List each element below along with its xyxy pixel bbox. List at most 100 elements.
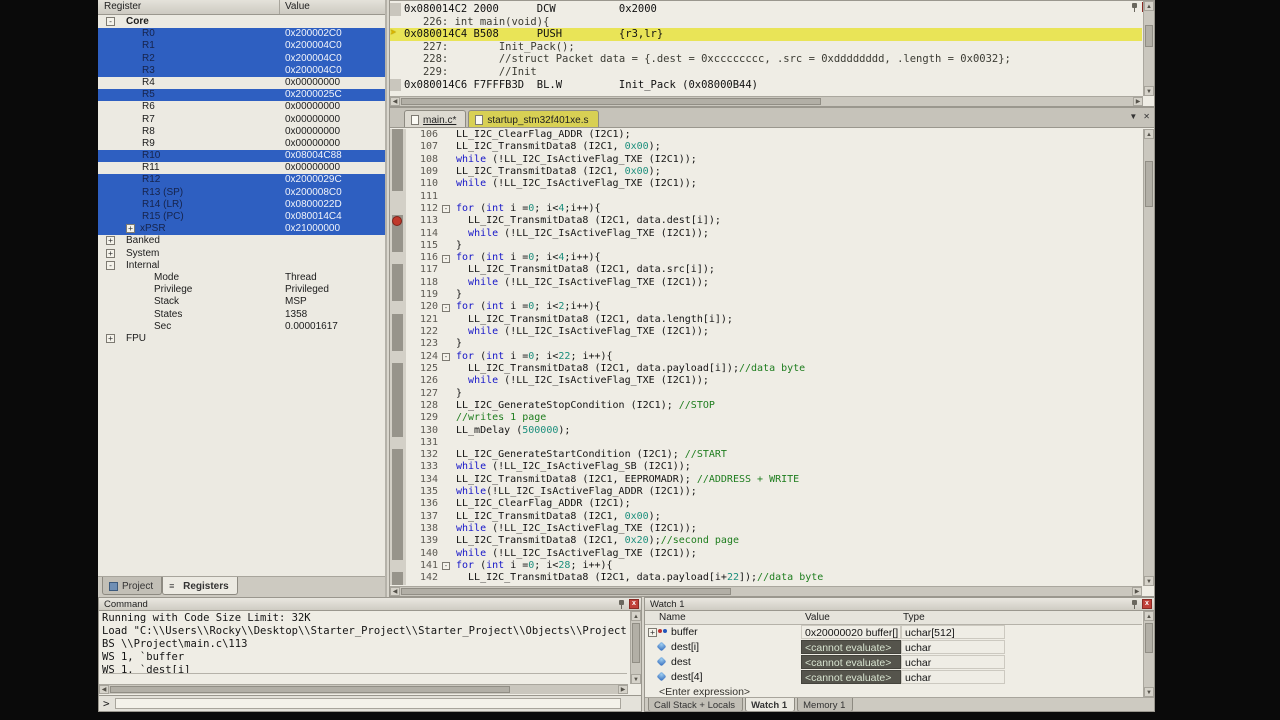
breakpoint-margin[interactable] bbox=[390, 338, 406, 350]
register-row[interactable]: R70x00000000 bbox=[98, 114, 385, 126]
breakpoint-margin[interactable] bbox=[390, 535, 406, 547]
tab-call-stack-locals[interactable]: Call Stack + Locals bbox=[648, 698, 743, 711]
expander-icon[interactable]: - bbox=[106, 261, 115, 270]
watch-value[interactable]: 0x20000020 buffer[] "" bbox=[801, 625, 901, 639]
close-icon[interactable]: x bbox=[629, 599, 639, 609]
breakpoint-margin[interactable] bbox=[390, 178, 406, 190]
register-group-row[interactable]: +System bbox=[98, 248, 385, 260]
breakpoint-margin[interactable] bbox=[390, 548, 406, 560]
breakpoint-margin[interactable] bbox=[390, 240, 406, 252]
expander-icon[interactable]: + bbox=[126, 224, 135, 233]
scroll-down-icon[interactable]: ▼ bbox=[1144, 86, 1154, 96]
code-line[interactable]: 131 bbox=[390, 437, 1142, 449]
breakpoint-margin[interactable] bbox=[390, 388, 406, 400]
register-row[interactable]: R30x200004C0 bbox=[98, 65, 385, 77]
code-line[interactable]: 138while (!LL_I2C_IsActiveFlag_TXE (I2C1… bbox=[390, 523, 1142, 535]
close-icon[interactable]: ✕ bbox=[1143, 112, 1150, 121]
breakpoint-margin[interactable] bbox=[390, 474, 406, 486]
expander-icon[interactable]: - bbox=[106, 17, 115, 26]
breakpoint-margin[interactable] bbox=[390, 400, 406, 412]
expander-icon[interactable]: + bbox=[106, 249, 115, 258]
code-line[interactable]: 132LL_I2C_GenerateStartCondition (I2C1);… bbox=[390, 449, 1142, 461]
scroll-thumb[interactable] bbox=[1145, 25, 1153, 47]
command-input[interactable] bbox=[115, 698, 621, 709]
tab-project[interactable]: Project bbox=[102, 577, 162, 595]
breakpoint-margin[interactable] bbox=[390, 215, 406, 227]
code-line[interactable]: 119} bbox=[390, 289, 1142, 301]
code-line[interactable]: 118 while (!LL_I2C_IsActiveFlag_TXE (I2C… bbox=[390, 277, 1142, 289]
editor-horizontal-scrollbar[interactable]: ◀ ▶ bbox=[390, 586, 1142, 596]
collapse-icon[interactable]: - bbox=[442, 255, 450, 263]
code-line[interactable]: 117 LL_I2C_TransmitData8 (I2C1, data.src… bbox=[390, 264, 1142, 276]
register-row[interactable]: ModeThread bbox=[98, 272, 385, 284]
register-row[interactable]: R60x00000000 bbox=[98, 101, 385, 113]
watch-row[interactable]: dest[4]<cannot evaluate>uchar bbox=[645, 670, 1142, 685]
register-row[interactable]: R90x00000000 bbox=[98, 138, 385, 150]
collapse-icon[interactable]: - bbox=[442, 353, 450, 361]
breakpoint-margin[interactable] bbox=[390, 141, 406, 153]
disassembly-line[interactable]: 0x080014C6 F7FFFB3D BL.W Init_Pack (0x08… bbox=[390, 79, 1142, 92]
scroll-up-icon[interactable]: ▲ bbox=[1144, 129, 1154, 139]
disassembly-line[interactable]: 227: Init_Pack(); bbox=[390, 41, 1142, 54]
breakpoint-margin[interactable] bbox=[390, 523, 406, 535]
disassembly-gutter[interactable] bbox=[390, 41, 401, 54]
scroll-up-icon[interactable]: ▲ bbox=[631, 611, 641, 621]
tab-watch-1[interactable]: Watch 1 bbox=[745, 698, 795, 711]
register-row[interactable]: R15 (PC)0x080014C4 bbox=[98, 211, 385, 223]
code-line[interactable]: 125 LL_I2C_TransmitData8 (I2C1, data.pay… bbox=[390, 363, 1142, 375]
pin-icon[interactable] bbox=[617, 600, 626, 609]
tab-main-c[interactable]: main.c* bbox=[404, 110, 466, 127]
register-row[interactable]: States1358 bbox=[98, 309, 385, 321]
tab-startup-s[interactable]: startup_stm32f401xe.s bbox=[468, 110, 598, 127]
disassembly-vertical-scrollbar[interactable]: ▲ ▼ bbox=[1143, 1, 1154, 96]
code-line[interactable]: 115} bbox=[390, 240, 1142, 252]
breakpoint-margin[interactable] bbox=[390, 486, 406, 498]
breakpoint-margin[interactable] bbox=[390, 461, 406, 473]
watch-name[interactable]: buffer bbox=[671, 625, 698, 640]
disassembly-gutter[interactable] bbox=[390, 53, 401, 66]
breakpoint-margin[interactable] bbox=[390, 264, 406, 276]
register-row[interactable]: Sec0.00001617 bbox=[98, 321, 385, 333]
watch-name[interactable]: dest[i] bbox=[671, 640, 699, 655]
breakpoint-margin[interactable] bbox=[390, 166, 406, 178]
watch-name[interactable]: dest bbox=[671, 655, 691, 670]
scroll-down-icon[interactable]: ▼ bbox=[1144, 687, 1154, 697]
code-line[interactable]: 112-for (int i =0; i<4;i++){ bbox=[390, 203, 1142, 215]
code-line[interactable]: 137LL_I2C_TransmitData8 (I2C1, 0x00); bbox=[390, 511, 1142, 523]
code-line[interactable]: 113 LL_I2C_TransmitData8 (I2C1, data.des… bbox=[390, 215, 1142, 227]
expander-icon[interactable]: + bbox=[106, 334, 115, 343]
disassembly-line[interactable]: ➤0x080014C4 B508 PUSH {r3,lr} bbox=[390, 28, 1142, 41]
breakpoint-margin[interactable] bbox=[390, 289, 406, 301]
register-row[interactable]: R00x200002C0 bbox=[98, 28, 385, 40]
scroll-thumb[interactable] bbox=[110, 686, 510, 693]
register-row[interactable]: R100x08004C88 bbox=[98, 150, 385, 162]
command-horizontal-scrollbar[interactable]: ◀ ▶ bbox=[99, 684, 628, 694]
scroll-thumb[interactable] bbox=[401, 588, 731, 595]
code-line[interactable]: 136LL_I2C_ClearFlag_ADDR (I2C1); bbox=[390, 498, 1142, 510]
breakpoint-margin[interactable] bbox=[390, 363, 406, 375]
watch-row[interactable]: +buffer0x20000020 buffer[] ""uchar[512] bbox=[645, 625, 1142, 640]
code-line[interactable]: 124-for (int i =0; i<22; i++){ bbox=[390, 351, 1142, 363]
scroll-left-icon[interactable]: ◀ bbox=[390, 587, 400, 596]
register-row[interactable]: StackMSP bbox=[98, 296, 385, 308]
scroll-down-icon[interactable]: ▼ bbox=[631, 674, 641, 684]
breakpoint-margin[interactable] bbox=[390, 154, 406, 166]
scroll-left-icon[interactable]: ◀ bbox=[390, 97, 400, 106]
watch-vertical-scrollbar[interactable]: ▲ ▼ bbox=[1143, 611, 1154, 697]
register-row[interactable]: R20x200004C0 bbox=[98, 53, 385, 65]
breakpoint-margin[interactable] bbox=[390, 129, 406, 141]
scroll-up-icon[interactable]: ▲ bbox=[1144, 1, 1154, 11]
code-line[interactable]: 141-for (int i =0; i<28; i++){ bbox=[390, 560, 1142, 572]
scroll-thumb[interactable] bbox=[401, 98, 821, 105]
code-line[interactable]: 108while (!LL_I2C_IsActiveFlag_TXE (I2C1… bbox=[390, 154, 1142, 166]
code-line[interactable]: 134LL_I2C_TransmitData8 (I2C1, EEPROMADR… bbox=[390, 474, 1142, 486]
breakpoint-margin[interactable] bbox=[390, 449, 406, 461]
code-line[interactable]: 107LL_I2C_TransmitData8 (I2C1, 0x00); bbox=[390, 141, 1142, 153]
expander-icon[interactable]: + bbox=[648, 628, 657, 637]
close-icon[interactable]: x bbox=[1142, 599, 1152, 609]
breakpoint-margin[interactable] bbox=[390, 301, 406, 313]
code-line[interactable]: 123} bbox=[390, 338, 1142, 350]
disassembly-lines[interactable]: 0x080014C2 2000 DCW 0x2000 226: int main… bbox=[390, 3, 1142, 94]
breakpoint-margin[interactable] bbox=[390, 412, 406, 424]
breakpoint-margin[interactable] bbox=[390, 375, 406, 387]
